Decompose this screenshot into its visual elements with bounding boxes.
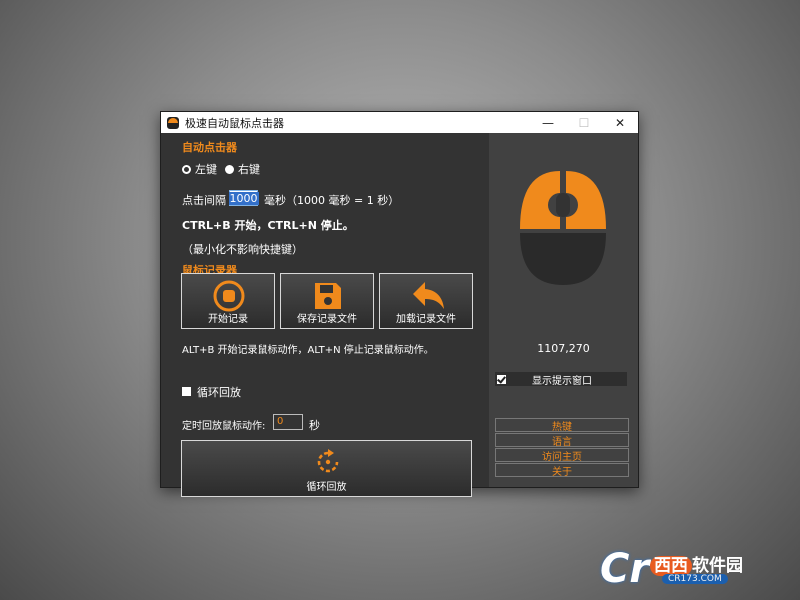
- side-panel: 1107,270 显示提示窗口 热键 语言 访问主页 关于: [489, 133, 638, 487]
- recorder-hotkey-text: ALT+B 开始记录鼠标动作，ALT+N 停止记录鼠标动作。: [182, 345, 434, 356]
- app-window: 极速自动鼠标点击器 — ☐ ✕ 自动点击器 左键 右键 点击间隔 1000 毫秒…: [160, 111, 639, 497]
- show-tip-label: 显示提示窗口: [532, 375, 592, 387]
- timed-seconds-input[interactable]: 0: [273, 414, 303, 430]
- save-disk-icon: [315, 283, 341, 309]
- timed-replay-label: 定时回放鼠标动作:: [182, 421, 266, 432]
- main-panel: 自动点击器 左键 右键 点击间隔 1000 毫秒（1000 毫秒 = 1 秒） …: [161, 133, 489, 497]
- radio-icon: [182, 165, 191, 174]
- hotkey-link[interactable]: 热键: [495, 418, 629, 433]
- record-icon: [213, 280, 245, 312]
- loop-replay-button[interactable]: 循环回放: [181, 440, 472, 497]
- load-record-button[interactable]: 加载记录文件: [379, 273, 473, 329]
- language-link[interactable]: 语言: [495, 433, 629, 448]
- auto-click-hotkey-text: CTRL+B 开始，CTRL+N 停止。: [182, 219, 354, 232]
- watermark-url: CR173.COM: [662, 574, 728, 584]
- load-record-label: 加载记录文件: [396, 314, 456, 325]
- mouse-app-icon: [167, 116, 179, 129]
- watermark-name: 西西 软件园: [650, 551, 743, 576]
- close-button[interactable]: ✕: [602, 112, 638, 133]
- site-watermark: Cr 西西 软件园 CR173.COM: [600, 548, 778, 590]
- checked-icon: [497, 374, 506, 384]
- maximize-button[interactable]: ☐: [566, 112, 602, 133]
- right-key-radio[interactable]: 右键: [225, 161, 260, 177]
- timed-unit: 秒: [309, 419, 320, 432]
- cursor-coordinates: 1107,270: [537, 342, 590, 355]
- minimize-note: （最小化不影响快捷键）: [182, 243, 303, 256]
- left-key-radio[interactable]: 左键: [182, 161, 217, 177]
- about-link[interactable]: 关于: [495, 463, 629, 478]
- save-record-label: 保存记录文件: [297, 314, 357, 325]
- minimize-button[interactable]: —: [530, 112, 566, 133]
- loop-replay-label: 循环回放: [306, 482, 347, 493]
- auto-click-section-title: 自动点击器: [182, 141, 237, 154]
- window-title: 极速自动鼠标点击器: [185, 116, 284, 130]
- mouse-icon: [520, 171, 606, 285]
- refresh-icon: [317, 449, 339, 473]
- watermark-logo: Cr: [600, 546, 650, 592]
- start-record-label: 开始记录: [208, 314, 248, 325]
- save-record-button[interactable]: 保存记录文件: [280, 273, 374, 329]
- loop-label: 循环回放: [197, 386, 241, 399]
- interval-label: 点击间隔: [182, 194, 226, 207]
- title-bar[interactable]: 极速自动鼠标点击器 — ☐ ✕: [161, 112, 638, 133]
- homepage-link[interactable]: 访问主页: [495, 448, 629, 463]
- radio-icon: [225, 165, 234, 174]
- undo-arrow-icon: [413, 282, 444, 309]
- loop-checkbox[interactable]: [182, 387, 191, 396]
- show-tip-toggle[interactable]: 显示提示窗口: [495, 372, 627, 387]
- interval-input[interactable]: 1000: [228, 190, 259, 206]
- start-record-button[interactable]: 开始记录: [181, 273, 275, 329]
- interval-unit: 毫秒（1000 毫秒 = 1 秒）: [264, 194, 400, 207]
